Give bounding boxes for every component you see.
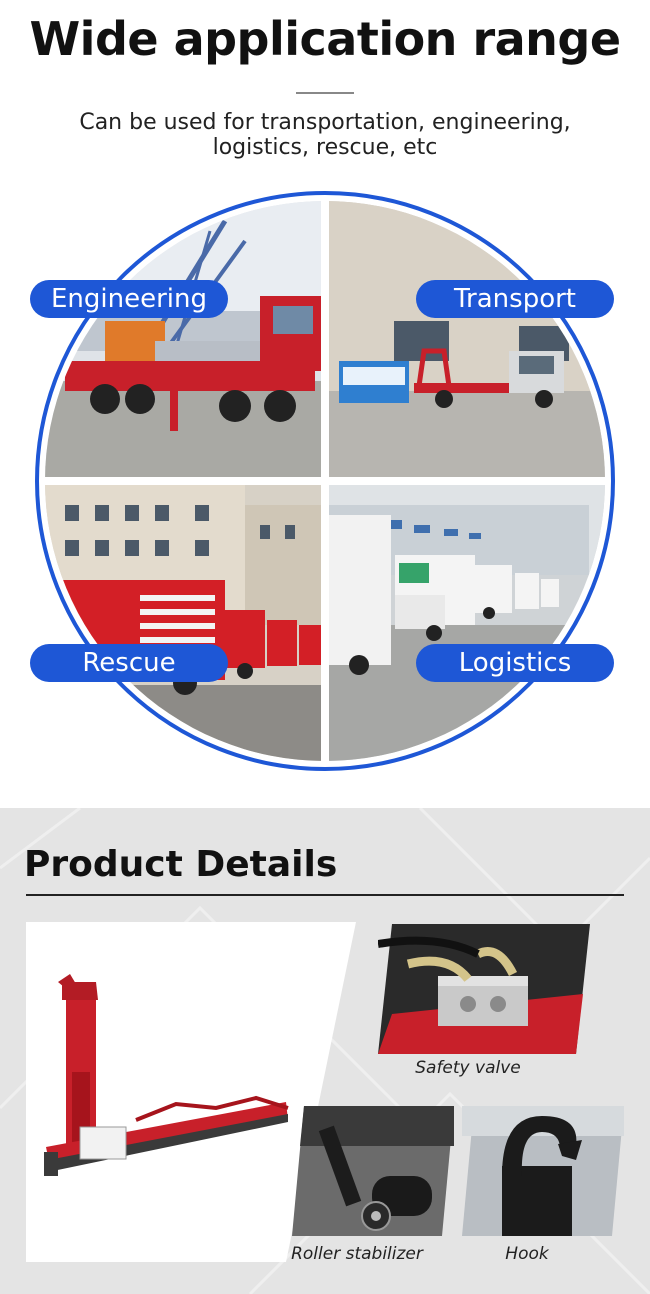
title-divider bbox=[296, 92, 354, 94]
roller-stabilizer-photo bbox=[292, 1106, 454, 1236]
hook-photo bbox=[462, 1106, 624, 1236]
application-section: Wide application range Can be used for t… bbox=[0, 0, 650, 808]
transport-label: Transport bbox=[416, 280, 614, 318]
safety-valve-photo bbox=[377, 924, 590, 1054]
engineering-label: Engineering bbox=[30, 280, 228, 318]
product-details-divider bbox=[26, 894, 624, 896]
hook-caption: Hook bbox=[505, 1244, 549, 1264]
rescue-photo bbox=[45, 485, 321, 761]
product-details-section: Product Details Safety valve Roller stab… bbox=[0, 808, 650, 1294]
safety-valve-caption: Safety valve bbox=[415, 1058, 521, 1078]
engineering-photo bbox=[45, 201, 321, 477]
roller-stabilizer-caption: Roller stabilizer bbox=[291, 1244, 423, 1264]
section-title: Wide application range bbox=[29, 12, 621, 66]
logistics-label: Logistics bbox=[416, 644, 614, 682]
section-subtitle: Can be used for transportation, engineer… bbox=[79, 110, 571, 160]
rescue-label: Rescue bbox=[30, 644, 228, 682]
logistics-photo bbox=[329, 485, 605, 761]
transport-photo bbox=[329, 201, 605, 477]
product-details-title: Product Details bbox=[24, 844, 338, 885]
